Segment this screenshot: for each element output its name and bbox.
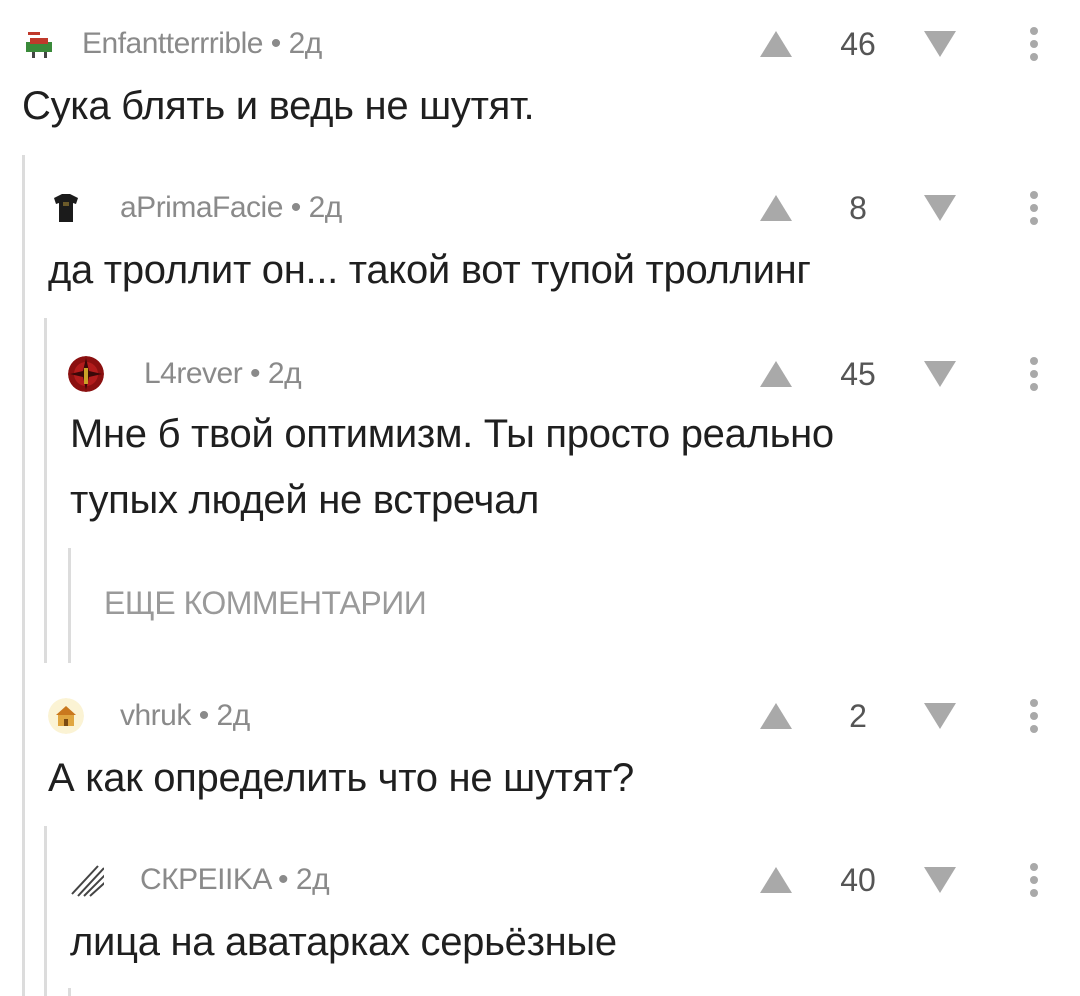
upvote-icon[interactable] — [758, 29, 794, 59]
comment-text-line: тупых людей не встречал — [70, 478, 540, 522]
author-name[interactable]: aPrimaFacie • 2д — [120, 191, 342, 225]
avatar[interactable] — [68, 862, 104, 898]
downvote-icon[interactable] — [922, 29, 958, 59]
score: 46 — [840, 26, 876, 62]
upvote-icon[interactable] — [758, 193, 794, 223]
comment-time: 2д — [267, 357, 302, 390]
author-label: aPrimaFacie — [120, 191, 283, 224]
comment-header: vhruk • 2д — [48, 696, 250, 736]
separator: • — [262, 27, 289, 60]
comment-text: А как определить что не шутят? — [48, 756, 634, 800]
upvote-icon[interactable] — [758, 865, 794, 895]
more-options-icon[interactable] — [1024, 860, 1044, 900]
downvote-icon[interactable] — [922, 193, 958, 223]
comment-time: 2д — [288, 27, 323, 60]
author-label: Enfantterrrible — [82, 27, 263, 60]
separator: • — [242, 357, 268, 390]
comment-text: лица на аватарках серьёзные — [70, 920, 617, 964]
comment-text-line: Мне б твой оптимизм. Ты просто реально — [70, 412, 834, 456]
comment-header: СКРЕIIKA • 2д — [68, 860, 330, 900]
author-label: vhruk — [120, 699, 191, 732]
thread-line — [22, 155, 25, 996]
comment-header: Enfantterrrible • 2д — [22, 24, 322, 64]
author-label: L4rever — [144, 357, 243, 390]
comment-header: aPrimaFacie • 2д — [48, 188, 342, 228]
separator: • — [282, 191, 309, 224]
score: 8 — [849, 190, 867, 226]
avatar-image — [68, 356, 104, 392]
author-name[interactable]: Enfantterrrible • 2д — [82, 27, 322, 61]
more-options-icon[interactable] — [1024, 24, 1044, 64]
downvote-icon[interactable] — [922, 359, 958, 389]
score: 40 — [840, 862, 876, 898]
avatar[interactable] — [68, 356, 104, 392]
downvote-icon[interactable] — [922, 865, 958, 895]
thread-line — [44, 826, 47, 996]
comment-time: 2д — [216, 699, 251, 732]
score: 2 — [849, 698, 867, 734]
author-label: СКРЕIIKA — [140, 863, 271, 896]
avatar-image — [22, 26, 58, 62]
comment-text: Сука блять и ведь не шутят. — [22, 84, 535, 128]
upvote-icon[interactable] — [758, 701, 794, 731]
avatar[interactable] — [48, 698, 84, 734]
separator: • — [190, 699, 217, 732]
more-options-icon[interactable] — [1024, 354, 1044, 394]
more-options-icon[interactable] — [1024, 696, 1044, 736]
comment-header: L4rever • 2д — [68, 354, 302, 394]
more-options-icon[interactable] — [1024, 188, 1044, 228]
downvote-icon[interactable] — [922, 701, 958, 731]
more-comments-link[interactable]: ЕЩЕ КОММЕНТАРИИ — [104, 585, 427, 622]
comment-time: 2д — [295, 863, 330, 896]
author-name[interactable]: vhruk • 2д — [120, 699, 250, 733]
score: 45 — [840, 356, 876, 392]
thread-line — [68, 988, 71, 996]
avatar-image — [71, 865, 104, 897]
author-name[interactable]: СКРЕIIKA • 2д — [140, 863, 330, 897]
avatar[interactable] — [22, 26, 58, 62]
comment-time: 2д — [308, 191, 343, 224]
avatar-image — [48, 190, 84, 226]
avatar[interactable] — [48, 190, 84, 226]
separator: • — [270, 863, 296, 896]
author-name[interactable]: L4rever • 2д — [144, 357, 302, 391]
thread-line — [44, 318, 47, 663]
comment-text: да троллит он... такой вот тупой троллин… — [48, 248, 811, 292]
avatar-image — [48, 698, 84, 734]
upvote-icon[interactable] — [758, 359, 794, 389]
thread-line — [68, 548, 71, 663]
